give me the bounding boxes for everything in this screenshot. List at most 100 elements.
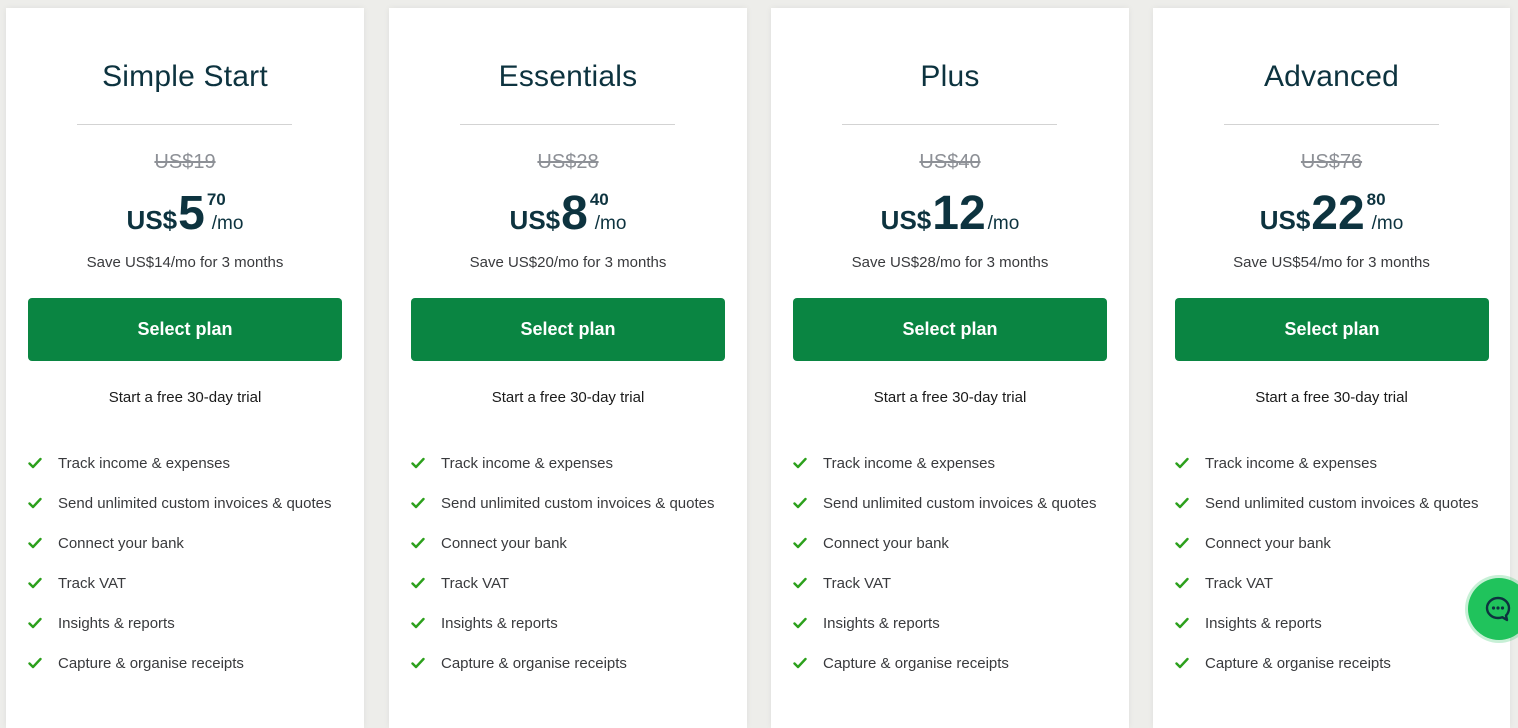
price-whole: 12 — [932, 187, 986, 240]
checkmark-icon — [28, 577, 42, 589]
feature-text: Track income & expenses — [58, 455, 231, 472]
checkmark-icon — [28, 617, 42, 629]
checkmark-icon — [28, 457, 42, 469]
price-currency: US$ — [126, 205, 178, 235]
feature-item: Insights & reports — [1173, 612, 1490, 635]
price-cents: 40 — [589, 190, 609, 209]
free-trial-link[interactable]: Start a free 30-day trial — [389, 389, 747, 406]
feature-text: Capture & organise receipts — [441, 655, 627, 672]
price-cents: 70 — [206, 190, 226, 209]
feature-text: Capture & organise receipts — [823, 655, 1009, 672]
checkmark-icon — [1175, 457, 1189, 469]
free-trial-link[interactable]: Start a free 30-day trial — [1153, 389, 1510, 406]
feature-item: Capture & organise receipts — [409, 652, 727, 675]
feature-text: Insights & reports — [441, 615, 558, 632]
plan-title: Simple Start — [102, 60, 268, 93]
price-currency: US$ — [509, 205, 561, 235]
feature-list: Track income & expenses Send unlimited cu… — [1173, 452, 1490, 692]
feature-text: Send unlimited custom invoices & quotes — [58, 495, 332, 512]
checkmark-icon — [1175, 537, 1189, 549]
price-whole: 5 — [178, 187, 205, 240]
price-period: /mo — [594, 213, 627, 234]
original-price: US$40 — [919, 151, 981, 173]
feature-text: Track VAT — [1205, 575, 1274, 592]
pricing-cards: Simple Start US$19 US$5 70/mo Save US$14/… — [0, 0, 1518, 728]
feature-item: Capture & organise receipts — [1173, 652, 1490, 675]
plan-title: Advanced — [1263, 60, 1400, 93]
feature-item: Track VAT — [791, 572, 1109, 595]
checkmark-icon — [793, 537, 807, 549]
checkmark-icon — [28, 537, 42, 549]
feature-text: Track income & expenses — [823, 455, 996, 472]
feature-item: Connect your bank — [409, 532, 727, 555]
checkmark-icon — [1175, 497, 1189, 509]
checkmark-icon — [411, 577, 425, 589]
select-plan-button[interactable]: Select plan — [411, 298, 725, 361]
checkmark-icon — [411, 457, 425, 469]
feature-text: Connect your bank — [1205, 535, 1331, 552]
free-trial-link[interactable]: Start a free 30-day trial — [6, 389, 364, 406]
price-cents: 80 — [1366, 190, 1386, 209]
feature-item: Track VAT — [409, 572, 727, 595]
savings-text: Save US$20/mo for 3 months — [469, 254, 667, 271]
feature-text: Insights & reports — [58, 615, 175, 632]
checkmark-icon — [28, 657, 42, 669]
checkmark-icon — [411, 617, 425, 629]
feature-item: Insights & reports — [26, 612, 344, 635]
price-whole: 22 — [1311, 187, 1365, 240]
feature-text: Track VAT — [58, 575, 127, 592]
feature-item: Track income & expenses — [1173, 452, 1490, 475]
feature-item: Track VAT — [26, 572, 344, 595]
feature-item: Send unlimited custom invoices & quotes — [1173, 492, 1490, 515]
checkmark-icon — [411, 497, 425, 509]
feature-item: Send unlimited custom invoices & quotes — [409, 492, 727, 515]
original-price: US$28 — [537, 151, 599, 173]
select-plan-button[interactable]: Select plan — [793, 298, 1107, 361]
feature-text: Connect your bank — [441, 535, 567, 552]
discounted-price: US$5 70/mo — [6, 186, 364, 242]
select-plan-button[interactable]: Select plan — [28, 298, 342, 361]
discounted-price: US$12/mo — [771, 186, 1129, 242]
feature-item: Connect your bank — [1173, 532, 1490, 555]
checkmark-icon — [793, 577, 807, 589]
chat-bubble-icon — [1485, 596, 1511, 622]
feature-text: Capture & organise receipts — [58, 655, 244, 672]
feature-item: Capture & organise receipts — [26, 652, 344, 675]
select-plan-button[interactable]: Select plan — [1175, 298, 1489, 361]
feature-list: Track income & expenses Send unlimited cu… — [409, 452, 727, 692]
checkmark-icon — [411, 537, 425, 549]
price-currency: US$ — [880, 205, 932, 235]
feature-item: Track income & expenses — [791, 452, 1109, 475]
feature-item: Connect your bank — [791, 532, 1109, 555]
plan-card-essentials: Essentials US$28 US$8 40/mo Save US$20/mo… — [389, 8, 747, 728]
checkmark-icon — [793, 497, 807, 509]
free-trial-link[interactable]: Start a free 30-day trial — [771, 389, 1129, 406]
divider — [77, 124, 292, 125]
checkmark-icon — [793, 457, 807, 469]
original-price: US$19 — [154, 151, 216, 173]
checkmark-icon — [793, 657, 807, 669]
original-price: US$76 — [1300, 151, 1363, 173]
feature-text: Track VAT — [823, 575, 892, 592]
feature-item: Capture & organise receipts — [791, 652, 1109, 675]
checkmark-icon — [793, 617, 807, 629]
plan-title: Essentials — [498, 60, 638, 93]
feature-text: Insights & reports — [823, 615, 940, 632]
price-period: /mo — [1371, 213, 1404, 234]
plan-title: Plus — [920, 60, 980, 93]
checkmark-icon — [1175, 617, 1189, 629]
savings-text: Save US$28/mo for 3 months — [851, 254, 1049, 271]
feature-item: Track income & expenses — [26, 452, 344, 475]
feature-text: Send unlimited custom invoices & quotes — [441, 495, 715, 512]
feature-item: Insights & reports — [791, 612, 1109, 635]
feature-item: Track VAT — [1173, 572, 1490, 595]
feature-list: Track income & expenses Send unlimited cu… — [791, 452, 1109, 692]
price-period: /mo — [987, 213, 1020, 234]
checkmark-icon — [28, 497, 42, 509]
feature-text: Insights & reports — [1205, 615, 1322, 632]
divider — [460, 124, 675, 125]
price-whole: 8 — [561, 187, 588, 240]
plan-card-simple-start: Simple Start US$19 US$5 70/mo Save US$14/… — [6, 8, 364, 728]
price-period: /mo — [211, 213, 244, 234]
plan-card-plus: Plus US$40 US$12/mo Save US$28/mo for 3 … — [771, 8, 1129, 728]
